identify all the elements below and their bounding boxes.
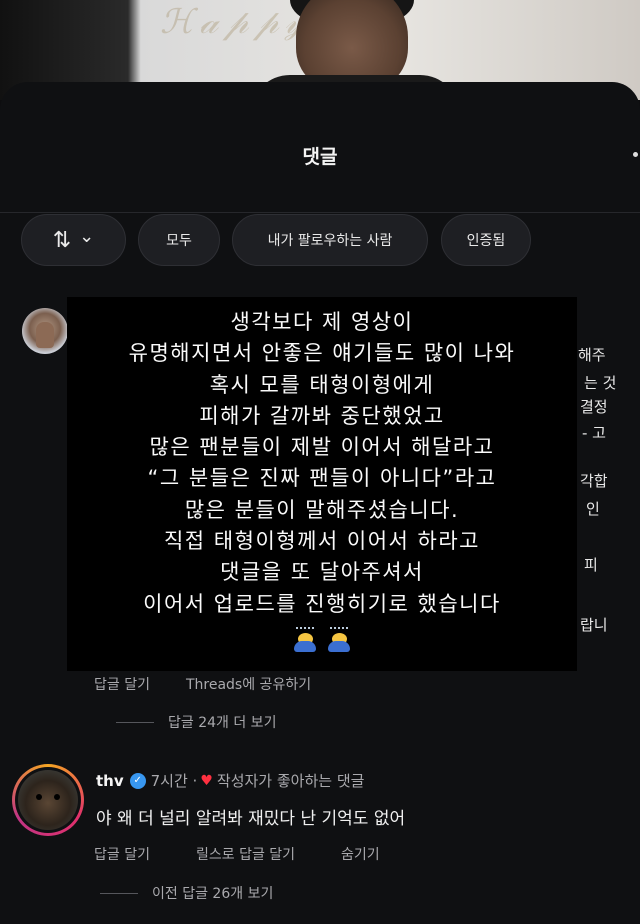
replies-rule — [100, 892, 138, 894]
sort-button[interactable]: ⇅ ⌄ — [21, 214, 126, 266]
reply-button[interactable]: 답글 달기 — [94, 844, 150, 864]
more-dot-icon[interactable] — [633, 152, 638, 157]
thv-avatar[interactable] — [12, 764, 84, 836]
share-threads-button[interactable]: Threads에 공유하기 — [186, 674, 311, 694]
overlay-lines: 생각보다 제 영상이 유명해지면서 안좋은 얘기들도 많이 나와 혹시 모를 태… — [67, 307, 577, 620]
reply-button[interactable]: 답글 달기 — [94, 674, 150, 694]
overlay-line: 생각보다 제 영상이 — [230, 310, 414, 334]
overlay-line: 피해가 갈까봐 중단했었고 — [199, 403, 445, 428]
sort-icon: ⇅ — [52, 227, 72, 253]
overlay-line: “그 분들은 진짜 팬들이 아니다”라고 — [147, 466, 497, 491]
verified-badge-icon: ✓ — [129, 772, 146, 789]
neon-sign-decoration: ℋ𝒶𝓅𝓅𝓎 — [160, 2, 311, 42]
overlay-line: 많은 분들이 말해주셨습니다. — [184, 497, 460, 522]
commenter-avatar[interactable] — [22, 308, 68, 354]
overlay-line: 이어서 업로드를 진행히기로 했습니다 — [143, 591, 501, 616]
comment2-meta: thv ✓ 7시간 · ♥ 작성자가 좋아하는 댓글 — [96, 770, 364, 791]
filter-all-chip[interactable]: 모두 — [138, 214, 220, 266]
timestamp: 7시간 · — [150, 772, 198, 790]
bowing-emoji-row — [67, 627, 577, 653]
header-divider — [0, 212, 640, 213]
overlay-line: 혹시 모를 태형이형에게 — [209, 372, 435, 397]
filter-following-chip[interactable]: 내가 팔로우하는 사람 — [232, 214, 428, 266]
comment-text-fragment: 는 것 — [584, 374, 617, 392]
comment-text: 야 왜 더 널리 알려봐 재밌다 난 기억도 없어 — [96, 809, 406, 829]
comment-text-fragment: - 고 — [582, 424, 606, 442]
liked-by-author-label: 작성자가 좋아하는 댓글 — [216, 772, 365, 790]
bowing-person-icon — [326, 627, 352, 653]
username[interactable]: thv — [96, 772, 124, 790]
bowing-person-icon — [292, 627, 318, 653]
text-overlay-caption: 생각보다 제 영상이 유명해지면서 안좋은 얘기들도 많이 나와 혹시 모를 태… — [67, 297, 577, 671]
view-more-replies-label: 답글 24개 더 보기 — [168, 715, 277, 731]
filter-verified-chip[interactable]: 인증됨 — [441, 214, 531, 266]
comment-text-fragment: 피 — [584, 556, 598, 574]
sheet-title: 댓글 — [302, 146, 338, 168]
heart-icon: ♥ — [200, 772, 213, 789]
view-more-replies[interactable]: 답글 24개 더 보기 — [116, 712, 276, 732]
overlay-line: 많은 팬분들이 제발 이어서 해달라고 — [149, 435, 495, 460]
comment-text-fragment: 인 — [586, 500, 600, 518]
comment-text-fragment: 해주 — [578, 346, 606, 364]
dog-avatar-image — [18, 770, 78, 830]
comment-text-fragment: 각합 — [580, 472, 608, 490]
chevron-down-icon: ⌄ — [79, 225, 95, 247]
comment-text-fragment: 랍니 — [580, 616, 608, 634]
overlay-line: 유명해지면서 안좋은 얘기들도 많이 나와 — [128, 341, 516, 366]
hide-button[interactable]: 숨기기 — [341, 844, 380, 864]
comment2-actions: 답글 달기 릴스로 답글 달기 숨기기 — [94, 844, 380, 864]
view-previous-replies[interactable]: 이전 답글 26개 보기 — [100, 883, 273, 903]
replies-rule — [116, 721, 154, 723]
overlay-line: 직접 태형이형께서 이어서 하라고 — [163, 529, 480, 554]
view-previous-replies-label: 이전 답글 26개 보기 — [152, 886, 274, 902]
comments-sheet: 댓글 ⇅ ⌄ 모두 내가 팔로우하는 사람 인증됨 해주 는 것 결정 - 고 … — [0, 82, 640, 924]
reels-reply-button[interactable]: 릴스로 답글 달기 — [196, 844, 295, 864]
overlay-line: 댓글을 또 달아주셔서 — [220, 560, 424, 585]
comment1-actions: 답글 달기 Threads에 공유하기 — [94, 674, 311, 694]
comment-text-fragment: 결정 — [580, 398, 608, 416]
avatar-figure — [36, 322, 54, 348]
